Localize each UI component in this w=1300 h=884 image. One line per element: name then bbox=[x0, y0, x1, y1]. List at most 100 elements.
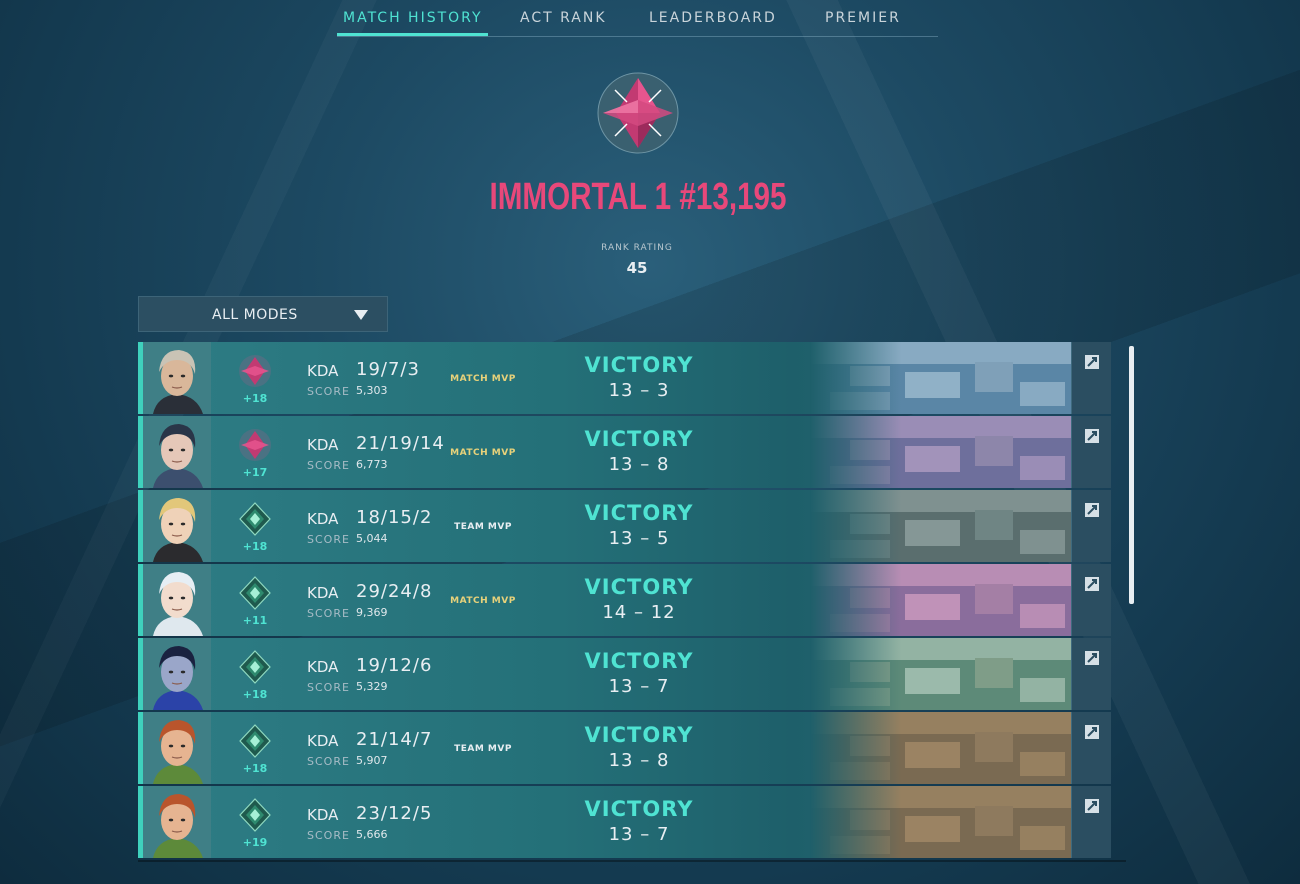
match-list: +18 KDA 19/7/3 SCORE 5,303 MATCH MVP VIC… bbox=[138, 342, 1112, 862]
top-nav-tabs: MATCH HISTORY ACT RANK LEADERBOARD PREMI… bbox=[337, 0, 938, 37]
match-details-button[interactable] bbox=[1071, 712, 1111, 784]
match-result: VICTORY bbox=[584, 575, 694, 599]
match-final-score: 13 – 7 bbox=[608, 676, 670, 697]
rr-change: +18 bbox=[242, 762, 268, 775]
score-value: 5,303 bbox=[356, 384, 388, 397]
kda-label: KDA bbox=[307, 658, 339, 676]
match-result: VICTORY bbox=[584, 649, 694, 673]
map-thumbnail bbox=[810, 416, 1071, 488]
chevron-down-icon bbox=[354, 310, 368, 320]
match-row[interactable]: +18 KDA 19/7/3 SCORE 5,303 MATCH MVP VIC… bbox=[138, 342, 1111, 414]
ascendant-rank-icon bbox=[238, 502, 272, 536]
mode-filter-label: ALL MODES bbox=[212, 307, 298, 323]
kda-label: KDA bbox=[307, 510, 339, 528]
rr-change: +18 bbox=[242, 392, 268, 405]
rank-rating-label: RANK RATING bbox=[601, 243, 673, 253]
score-label: SCORE bbox=[307, 533, 350, 546]
score-value: 5,666 bbox=[356, 828, 388, 841]
tab-match-history[interactable]: MATCH HISTORY bbox=[343, 10, 483, 26]
tab-premier[interactable]: PREMIER bbox=[825, 10, 901, 26]
rr-change: +17 bbox=[242, 466, 268, 479]
mvp-badge: MATCH MVP bbox=[450, 596, 516, 606]
score-value: 5,329 bbox=[356, 680, 388, 693]
match-result: VICTORY bbox=[584, 797, 694, 821]
match-final-score: 14 – 12 bbox=[602, 602, 676, 623]
tab-leaderboard[interactable]: LEADERBOARD bbox=[649, 10, 777, 26]
match-final-score: 13 – 8 bbox=[608, 750, 670, 771]
mvp-badge: TEAM MVP bbox=[454, 744, 512, 754]
match-details-button[interactable] bbox=[1071, 342, 1111, 414]
external-link-icon bbox=[1085, 503, 1099, 517]
immortal-rank-icon bbox=[238, 428, 272, 462]
score-value: 9,369 bbox=[356, 606, 388, 619]
match-details-button[interactable] bbox=[1071, 564, 1111, 636]
rank-rating-value: 45 bbox=[626, 259, 648, 277]
agent-portrait bbox=[143, 638, 211, 710]
immortal-rank-icon bbox=[238, 354, 272, 388]
match-row[interactable]: +17 KDA 21/19/14 SCORE 6,773 MATCH MVP V… bbox=[138, 416, 1111, 488]
external-link-icon bbox=[1085, 429, 1099, 443]
ascendant-rank-icon bbox=[238, 576, 272, 610]
match-details-button[interactable] bbox=[1071, 490, 1111, 562]
rr-change: +11 bbox=[242, 614, 268, 627]
immortal-rank-emblem-icon bbox=[597, 72, 679, 154]
map-thumbnail bbox=[810, 490, 1071, 562]
match-row[interactable]: +18 KDA 18/15/2 SCORE 5,044 TEAM MVP VIC… bbox=[138, 490, 1111, 562]
kda-label: KDA bbox=[307, 362, 339, 380]
map-thumbnail bbox=[810, 638, 1071, 710]
agent-portrait bbox=[143, 786, 211, 858]
kda-label: KDA bbox=[307, 732, 339, 750]
kda-value: 19/7/3 bbox=[356, 359, 420, 380]
scrollbar[interactable] bbox=[1129, 346, 1134, 604]
match-row[interactable]: +18 KDA 19/12/6 SCORE 5,329 VICTORY 13 –… bbox=[138, 638, 1111, 710]
match-final-score: 13 – 5 bbox=[608, 528, 670, 549]
active-tab-indicator bbox=[337, 33, 488, 36]
match-details-button[interactable] bbox=[1071, 786, 1111, 858]
score-label: SCORE bbox=[307, 385, 350, 398]
tab-act-rank[interactable]: ACT RANK bbox=[520, 10, 607, 26]
mvp-badge: MATCH MVP bbox=[450, 448, 516, 458]
map-thumbnail bbox=[810, 342, 1071, 414]
map-thumbnail bbox=[810, 564, 1071, 636]
match-row[interactable]: +19 KDA 23/12/5 SCORE 5,666 VICTORY 13 –… bbox=[138, 786, 1111, 858]
ascendant-rank-icon bbox=[238, 798, 272, 832]
ascendant-rank-icon bbox=[238, 650, 272, 684]
match-result: VICTORY bbox=[584, 501, 694, 525]
ascendant-rank-icon bbox=[238, 724, 272, 758]
match-final-score: 13 – 8 bbox=[608, 454, 670, 475]
mvp-badge: MATCH MVP bbox=[450, 374, 516, 384]
score-value: 5,907 bbox=[356, 754, 388, 767]
kda-value: 21/14/7 bbox=[356, 729, 433, 750]
match-final-score: 13 – 7 bbox=[608, 824, 670, 845]
match-details-button[interactable] bbox=[1071, 638, 1111, 710]
match-result: VICTORY bbox=[584, 723, 694, 747]
external-link-icon bbox=[1085, 577, 1099, 591]
external-link-icon bbox=[1085, 651, 1099, 665]
kda-value: 19/12/6 bbox=[356, 655, 433, 676]
match-details-button[interactable] bbox=[1071, 416, 1111, 488]
external-link-icon bbox=[1085, 355, 1099, 369]
score-value: 6,773 bbox=[356, 458, 388, 471]
kda-value: 18/15/2 bbox=[356, 507, 433, 528]
rank-title: IMMORTAL 1 #13,195 bbox=[489, 176, 787, 218]
score-label: SCORE bbox=[307, 755, 350, 768]
external-link-icon bbox=[1085, 725, 1099, 739]
agent-portrait bbox=[143, 490, 211, 562]
external-link-icon bbox=[1085, 799, 1099, 813]
agent-portrait bbox=[143, 564, 211, 636]
mode-filter-dropdown[interactable]: ALL MODES bbox=[138, 296, 388, 332]
kda-value: 23/12/5 bbox=[356, 803, 433, 824]
agent-portrait bbox=[143, 342, 211, 414]
rr-change: +19 bbox=[242, 836, 268, 849]
kda-label: KDA bbox=[307, 436, 339, 454]
match-result: VICTORY bbox=[584, 353, 694, 377]
match-row[interactable]: +11 KDA 29/24/8 SCORE 9,369 MATCH MVP VI… bbox=[138, 564, 1111, 636]
match-row[interactable]: +18 KDA 21/14/7 SCORE 5,907 TEAM MVP VIC… bbox=[138, 712, 1111, 784]
map-thumbnail bbox=[810, 712, 1071, 784]
mvp-badge: TEAM MVP bbox=[454, 522, 512, 532]
agent-portrait bbox=[143, 712, 211, 784]
score-value: 5,044 bbox=[356, 532, 388, 545]
kda-label: KDA bbox=[307, 806, 339, 824]
kda-label: KDA bbox=[307, 584, 339, 602]
kda-value: 21/19/14 bbox=[356, 433, 445, 454]
